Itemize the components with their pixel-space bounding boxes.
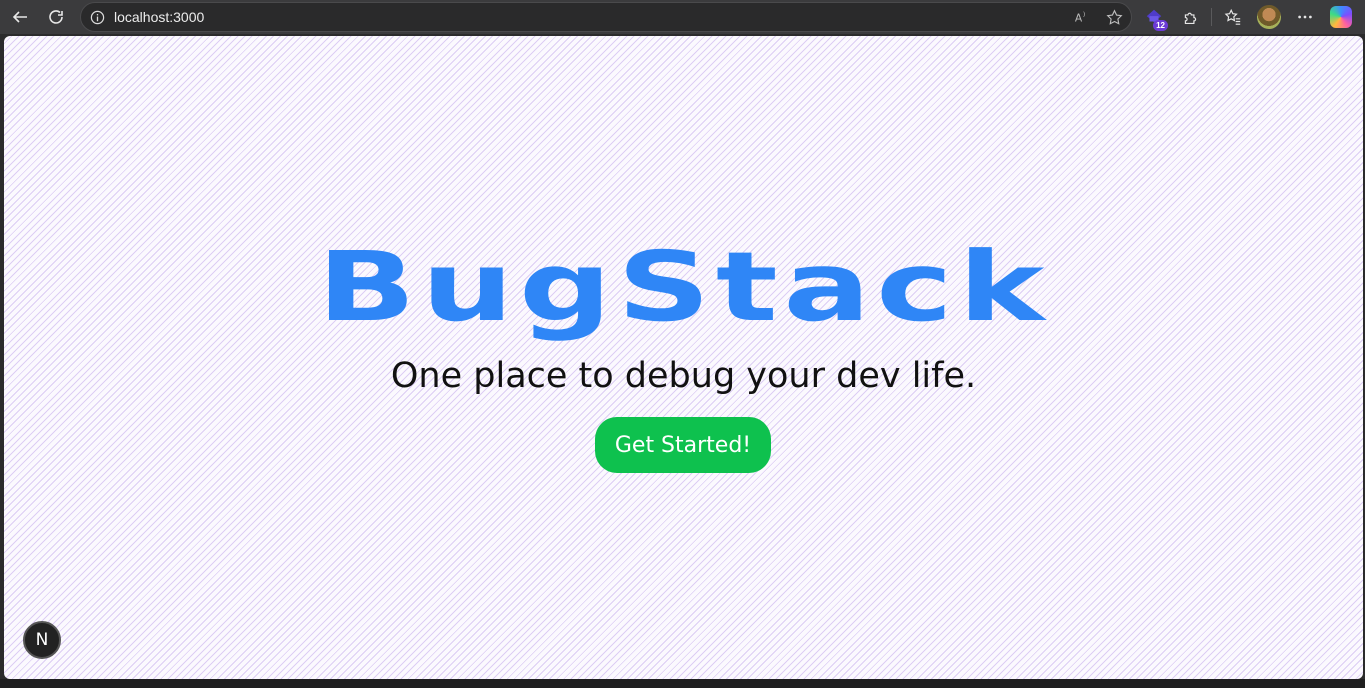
address-bar[interactable]: localhost:3000 A) <box>80 2 1132 32</box>
toolbar-divider <box>1211 8 1212 26</box>
info-icon[interactable] <box>89 9 105 25</box>
brand-logo: BugStack <box>317 231 1050 343</box>
reload-button[interactable] <box>41 2 71 32</box>
puzzle-icon[interactable] <box>1172 0 1208 34</box>
get-started-button[interactable]: Get Started! <box>595 417 771 473</box>
copilot-icon <box>1330 6 1352 28</box>
more-icon[interactable] <box>1287 0 1323 34</box>
svg-text:): ) <box>1083 11 1085 18</box>
arrow-left-icon <box>12 11 27 23</box>
taskbar-edge <box>0 679 1365 688</box>
svg-text:A: A <box>1075 11 1083 24</box>
favorites-icon[interactable] <box>1215 0 1251 34</box>
reload-icon <box>49 10 63 24</box>
page-viewport: BugStack One place to debug your dev lif… <box>4 36 1363 679</box>
star-icon[interactable] <box>1105 8 1123 26</box>
tagline: One place to debug your dev life. <box>390 356 977 396</box>
extension-icon[interactable]: 12 <box>1136 0 1172 34</box>
browser-toolbar: localhost:3000 A) 12 <box>0 0 1365 34</box>
nextjs-dev-indicator[interactable]: N <box>23 621 61 659</box>
avatar <box>1257 5 1281 29</box>
extension-badge: 12 <box>1153 20 1168 31</box>
url-text[interactable]: localhost:3000 <box>114 9 204 25</box>
copilot-button[interactable] <box>1323 0 1359 34</box>
toolbar-right: 12 <box>1136 0 1365 34</box>
hero-section: BugStack One place to debug your dev lif… <box>4 36 1363 679</box>
profile-button[interactable] <box>1251 0 1287 34</box>
read-aloud-icon[interactable]: A) <box>1073 8 1091 26</box>
back-button[interactable] <box>5 2 35 32</box>
